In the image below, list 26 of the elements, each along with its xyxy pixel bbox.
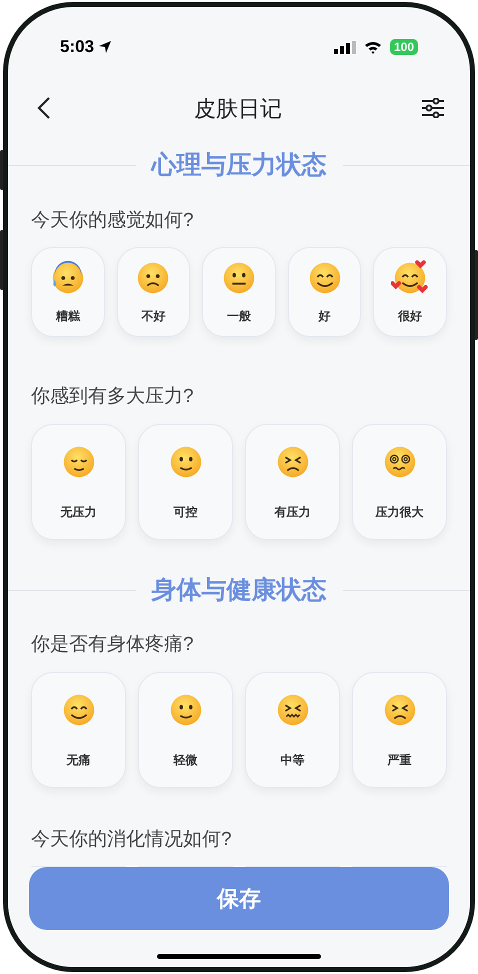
option-card[interactable]: 不好: [116, 247, 190, 337]
signal-icon: [334, 40, 356, 54]
option-card[interactable]: 有压力: [245, 424, 340, 540]
question-text: 今天你的消化情况如何?: [31, 828, 233, 852]
question-text: 你感到有多大压力?: [31, 385, 195, 409]
question-text: 今天你的感觉如何?: [31, 208, 195, 232]
question-text: 你是否有身体疼痛?: [31, 633, 195, 657]
option-card[interactable]: 严重: [352, 672, 447, 788]
option-card[interactable]: 好: [288, 247, 362, 337]
option-card[interactable]: 中等: [245, 672, 340, 788]
location-arrow-icon: [98, 40, 112, 54]
page-title: 皮肤日记: [194, 94, 282, 122]
option-card[interactable]: 压力很大: [352, 424, 447, 540]
status-time: 5:03: [60, 36, 94, 58]
option-card[interactable]: 很好: [373, 247, 447, 337]
option-card[interactable]: 一般: [202, 247, 276, 337]
wifi-icon: [364, 40, 382, 54]
settings-sliders-button[interactable]: [420, 95, 446, 121]
battery-indicator: 100: [390, 39, 418, 55]
option-card[interactable]: 无痛: [31, 672, 126, 788]
section-heading: 心理与压力状态: [152, 150, 326, 181]
option-card[interactable]: 可控: [138, 424, 233, 540]
option-card[interactable]: 轻微: [138, 672, 233, 788]
option-card[interactable]: 糟糕: [31, 247, 105, 337]
option-card[interactable]: 无压力: [31, 424, 126, 540]
section-heading: 身体与健康状态: [152, 574, 326, 606]
